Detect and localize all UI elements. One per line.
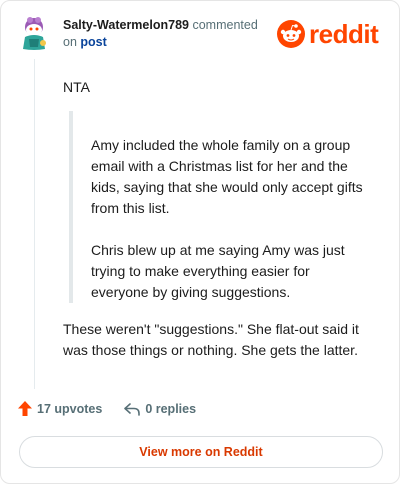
commented-label: commented [192,18,258,32]
comment-closing: These weren't "suggestions." She flat-ou… [63,321,359,358]
reddit-logo[interactable]: reddit [277,17,379,51]
on-label: on [63,35,77,49]
replies-button[interactable]: 0 replies [124,402,196,416]
reply-arrow-icon [124,402,141,416]
reddit-wordmark: reddit [309,18,379,49]
view-more-button[interactable]: View more on Reddit [19,436,383,468]
comment-actions: 17 upvotes 0 replies [18,401,196,416]
post-link[interactable]: post [80,35,106,49]
thread-line[interactable] [34,59,35,389]
upvote-arrow-icon [18,401,32,416]
reddit-comment-card: Salty-Watermelon789 commented on post re… [0,0,400,484]
upvote-count: 17 upvotes [37,401,103,416]
user-avatar[interactable] [18,15,50,51]
reddit-snoo-icon [277,20,305,48]
comment-opening: NTA [63,79,90,95]
snoo-avatar-icon [23,17,46,50]
quote-paragraph: Chris blew up at me saying Amy was just … [91,242,345,300]
quote-paragraph: Amy included the whole family on a group… [91,137,363,216]
blockquote: Amy included the whole family on a group… [69,111,369,303]
replies-count: 0 replies [145,401,197,416]
username-link[interactable]: Salty-Watermelon789 [63,18,189,32]
upvote-button[interactable]: 17 upvotes [18,401,102,416]
comment-meta: Salty-Watermelon789 commented on post [63,17,273,51]
